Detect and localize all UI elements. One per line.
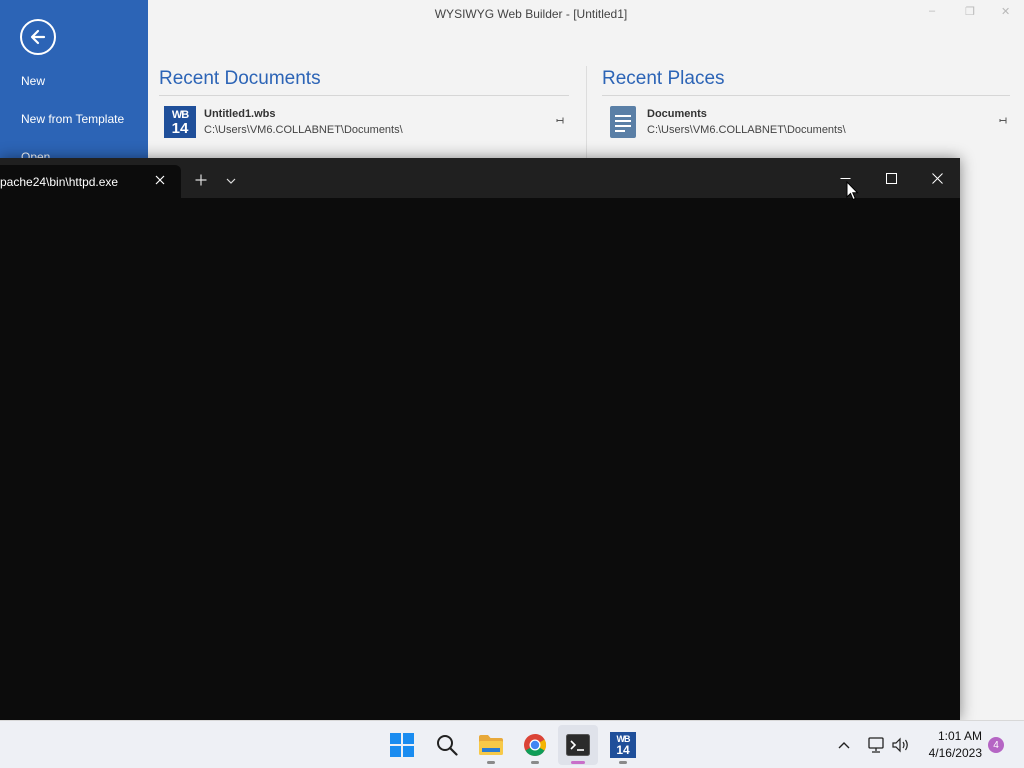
- logo-text-14: 14: [171, 120, 189, 137]
- clock-time[interactable]: 1:01 AM: [920, 729, 982, 743]
- divider: [159, 95, 569, 96]
- wb14-logo-icon: WB 14: [610, 732, 636, 758]
- volume-icon[interactable]: [891, 736, 911, 754]
- back-button[interactable]: [20, 19, 56, 55]
- taskbar-wysiwyg-web-builder[interactable]: WB 14: [603, 725, 643, 765]
- close-icon: [931, 172, 943, 184]
- pin-icon[interactable]: [556, 116, 565, 128]
- recent-place-path: C:\Users\VM6.COLLABNET\Documents\: [647, 124, 846, 136]
- taskbar-chrome[interactable]: [515, 725, 555, 765]
- clock-date[interactable]: 4/16/2023: [920, 746, 982, 760]
- pin-icon[interactable]: [999, 116, 1008, 128]
- taskbar-terminal[interactable]: [558, 725, 598, 765]
- windows-logo-icon: [390, 733, 414, 757]
- terminal-tab-title: pache24\bin\httpd.exe: [0, 175, 119, 189]
- chrome-icon: [524, 734, 546, 756]
- new-tab-button[interactable]: [192, 171, 210, 189]
- chevron-up-icon: [838, 742, 850, 749]
- window-title: WYSIWYG Web Builder - [Untitled1]: [434, 7, 628, 21]
- search-icon: [437, 735, 458, 756]
- running-indicator: [487, 761, 495, 764]
- divider: [602, 95, 1010, 96]
- close-button[interactable]: ✕: [1001, 5, 1010, 18]
- notification-badge[interactable]: 4: [988, 737, 1004, 753]
- terminal-close-button[interactable]: [925, 168, 949, 188]
- terminal-icon: [566, 734, 590, 756]
- terminal-maximize-button[interactable]: [879, 168, 903, 188]
- network-icon[interactable]: [866, 736, 886, 754]
- terminal-window[interactable]: pache24\bin\httpd.exe: [0, 158, 960, 720]
- chevron-down-icon: [226, 178, 236, 184]
- logo-text-14: 14: [616, 743, 630, 757]
- start-button[interactable]: [382, 725, 422, 765]
- arrow-left-icon: [30, 29, 46, 45]
- sidebar-item-new-from-template[interactable]: New from Template: [21, 112, 124, 126]
- tab-close-button[interactable]: [152, 172, 168, 188]
- taskbar: WB 14 1:01 AM 4/16/2023 4: [0, 720, 1024, 768]
- recent-document-path: C:\Users\VM6.COLLABNET\Documents\: [204, 124, 403, 136]
- document-folder-icon: [610, 106, 636, 138]
- terminal-output-area[interactable]: [0, 198, 960, 720]
- wb14-logo-icon: WB 14: [164, 106, 196, 138]
- taskbar-search-button[interactable]: [427, 725, 467, 765]
- tab-dropdown-button[interactable]: [222, 172, 240, 190]
- recent-place-name[interactable]: Documents: [647, 108, 707, 120]
- recent-places-heading: Recent Places: [602, 68, 725, 89]
- terminal-tab[interactable]: pache24\bin\httpd.exe: [0, 165, 181, 198]
- active-indicator: [571, 761, 585, 764]
- taskbar-file-explorer[interactable]: [471, 725, 511, 765]
- show-hidden-icons-button[interactable]: [836, 737, 852, 753]
- close-icon: [155, 175, 165, 185]
- running-indicator: [619, 761, 627, 764]
- recent-documents-heading: Recent Documents: [159, 68, 321, 89]
- running-indicator: [531, 761, 539, 764]
- plus-icon: [195, 174, 207, 186]
- restore-button[interactable]: ❐: [965, 5, 975, 18]
- mouse-cursor-icon: [846, 181, 859, 201]
- sidebar-item-new[interactable]: New: [21, 74, 45, 88]
- maximize-icon: [885, 172, 897, 184]
- terminal-titlebar[interactable]: pache24\bin\httpd.exe: [0, 158, 960, 198]
- folder-icon: [479, 735, 503, 755]
- recent-document-name[interactable]: Untitled1.wbs: [204, 108, 276, 120]
- minimize-button[interactable]: –: [929, 5, 935, 17]
